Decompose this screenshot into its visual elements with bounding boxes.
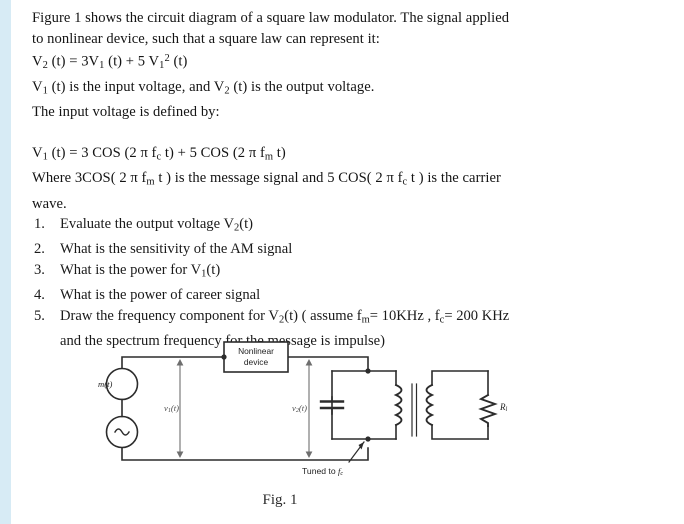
eq-v1-mid-a: (t) = 3 COS (2 π f bbox=[47, 145, 157, 162]
list-item-number: 4. bbox=[34, 287, 45, 304]
circuit-figure: Nonlinear device m(t) Ac cos (2πfct) v1(… bbox=[0, 340, 684, 524]
q5-subscript-m: m bbox=[361, 314, 370, 326]
v1-arrow-up-icon bbox=[176, 359, 184, 366]
v1-label: v1(t) bbox=[164, 403, 179, 414]
message-source-label-text: m(t) bbox=[98, 379, 112, 389]
list-item-number: 1. bbox=[34, 216, 45, 233]
wire-top-left bbox=[121, 356, 225, 369]
intro-paragraph: Figure 1 shows the circuit diagram of a … bbox=[32, 8, 662, 214]
page-root: Figure 1 shows the circuit diagram of a … bbox=[0, 0, 684, 524]
sine-glyph-icon bbox=[114, 428, 130, 436]
q1-text-b: (t) bbox=[239, 216, 254, 233]
tuned-to-label: Tuned to fc bbox=[302, 466, 343, 477]
list-item-text: What is the power of career signal bbox=[60, 285, 662, 306]
intro-line-5: The input voltage is defined by: bbox=[32, 104, 220, 121]
list-item: 4. What is the power of career signal bbox=[32, 285, 662, 306]
wire-top-right bbox=[287, 356, 369, 372]
line4-mid: (t) is the input voltage, and V bbox=[47, 78, 225, 95]
resistor-label-sub: l bbox=[506, 406, 508, 413]
where-line: Where 3COS( 2 π fm t ) is the message si… bbox=[32, 168, 662, 193]
q5-text-a: Draw the frequency component for V bbox=[60, 307, 279, 324]
equation-v1: V1 (t) = 3 COS (2 π fc t) + 5 COS (2 π f… bbox=[32, 143, 662, 168]
tuned-label-prefix: Tuned to bbox=[302, 466, 338, 476]
junction-dot-tank-top bbox=[365, 368, 371, 374]
wave-line: wave. bbox=[32, 195, 67, 212]
intro-line-2: to nonlinear device, such that a square … bbox=[32, 30, 380, 47]
figure-caption: Fig. 1 bbox=[262, 492, 298, 508]
v1-label-t: (t) bbox=[171, 403, 179, 413]
junction-dot-input bbox=[221, 354, 227, 360]
v2-arrow-down-icon bbox=[305, 451, 313, 458]
list-item-text: Evaluate the output voltage V2(t) bbox=[60, 214, 662, 239]
list-item-number: 3. bbox=[34, 262, 45, 279]
eq-v1-subscript-m: m bbox=[264, 151, 274, 163]
secondary-top-rail bbox=[431, 370, 489, 386]
v1-arrow-down-icon bbox=[176, 451, 184, 458]
list-item-text: What is the power for V1(t) bbox=[60, 260, 662, 285]
where-prefix: Where 3COS( 2 π f bbox=[32, 170, 147, 187]
question-list: 1. Evaluate the output voltage V2(t) 2. … bbox=[32, 214, 662, 351]
q5-text-b: (t) ( assume f bbox=[284, 307, 362, 324]
load-resistor-icon bbox=[478, 393, 498, 427]
list-item: 1. Evaluate the output voltage V2(t) bbox=[32, 214, 662, 239]
q5-text-d: = 200 KHz bbox=[444, 307, 510, 324]
intro-line-4: V1 (t) is the input voltage, and V2 (t) … bbox=[32, 77, 662, 102]
message-source-label: m(t) bbox=[98, 379, 112, 389]
eq-v2-mid: (t) = 3V bbox=[47, 53, 100, 70]
secondary-bottom-rail bbox=[431, 424, 489, 440]
transformer-primary-coil-icon bbox=[393, 383, 403, 427]
where-subscript-m: m bbox=[146, 177, 155, 189]
eq-v1-mid-b: t) + 5 COS (2 π f bbox=[161, 145, 265, 162]
v2-label-t: (t) bbox=[299, 403, 307, 413]
where-mid: t ) is the message signal and 5 COS( 2 π… bbox=[154, 170, 403, 187]
wire-bottom-return bbox=[121, 447, 369, 461]
q2-text-a: What is the sensitivity of the AM signal bbox=[60, 241, 293, 258]
q4-text-a: What is the power of career signal bbox=[60, 287, 261, 304]
list-item-text: What is the sensitivity of the AM signal bbox=[60, 239, 662, 260]
eq-v2-v: V bbox=[32, 53, 43, 70]
q3-text-a: What is the power for V bbox=[60, 262, 202, 279]
v2-label: v2(t) bbox=[292, 403, 307, 414]
transformer-secondary-coil-icon bbox=[425, 383, 435, 427]
tuned-label-sub: c bbox=[340, 470, 343, 477]
eq-v2-mid-2: (t) + 5 V bbox=[104, 53, 160, 70]
junction-dot-tank-bottom bbox=[365, 436, 371, 442]
line4-tail: (t) is the output voltage. bbox=[229, 78, 375, 95]
q5-text-c: = 10KHz , f bbox=[369, 307, 440, 324]
where-tail: t ) is the carrier bbox=[407, 170, 501, 187]
list-item-number: 5. bbox=[34, 307, 45, 324]
eq-v1-v: V bbox=[32, 145, 43, 162]
intro-line-1: Figure 1 shows the circuit diagram of a … bbox=[32, 10, 510, 26]
equation-v2: V2 (t) = 3V1 (t) + 5 V12 (t) bbox=[32, 49, 662, 77]
q3-text-b: (t) bbox=[206, 262, 221, 279]
q1-text-a: Evaluate the output voltage V bbox=[60, 216, 234, 233]
line4-v: V bbox=[32, 78, 43, 95]
list-item: 3. What is the power for V1(t) bbox=[32, 260, 662, 285]
question-content: Figure 1 shows the circuit diagram of a … bbox=[32, 8, 662, 352]
nonlinear-device-label-line1: Nonlinear bbox=[238, 346, 274, 356]
nonlinear-device-label-line2: device bbox=[244, 357, 269, 367]
list-item: 2. What is the sensitivity of the AM sig… bbox=[32, 239, 662, 260]
square-law-modulator-circuit: Nonlinear device m(t) Ac cos (2πfct) v1(… bbox=[98, 341, 508, 477]
eq-v2-tail: (t) bbox=[169, 53, 188, 70]
v2-arrow-up-icon bbox=[305, 359, 313, 366]
load-resistor-label: Rl bbox=[499, 402, 508, 413]
eq-v1-tail: t) bbox=[273, 145, 286, 162]
list-item-number: 2. bbox=[34, 241, 45, 258]
